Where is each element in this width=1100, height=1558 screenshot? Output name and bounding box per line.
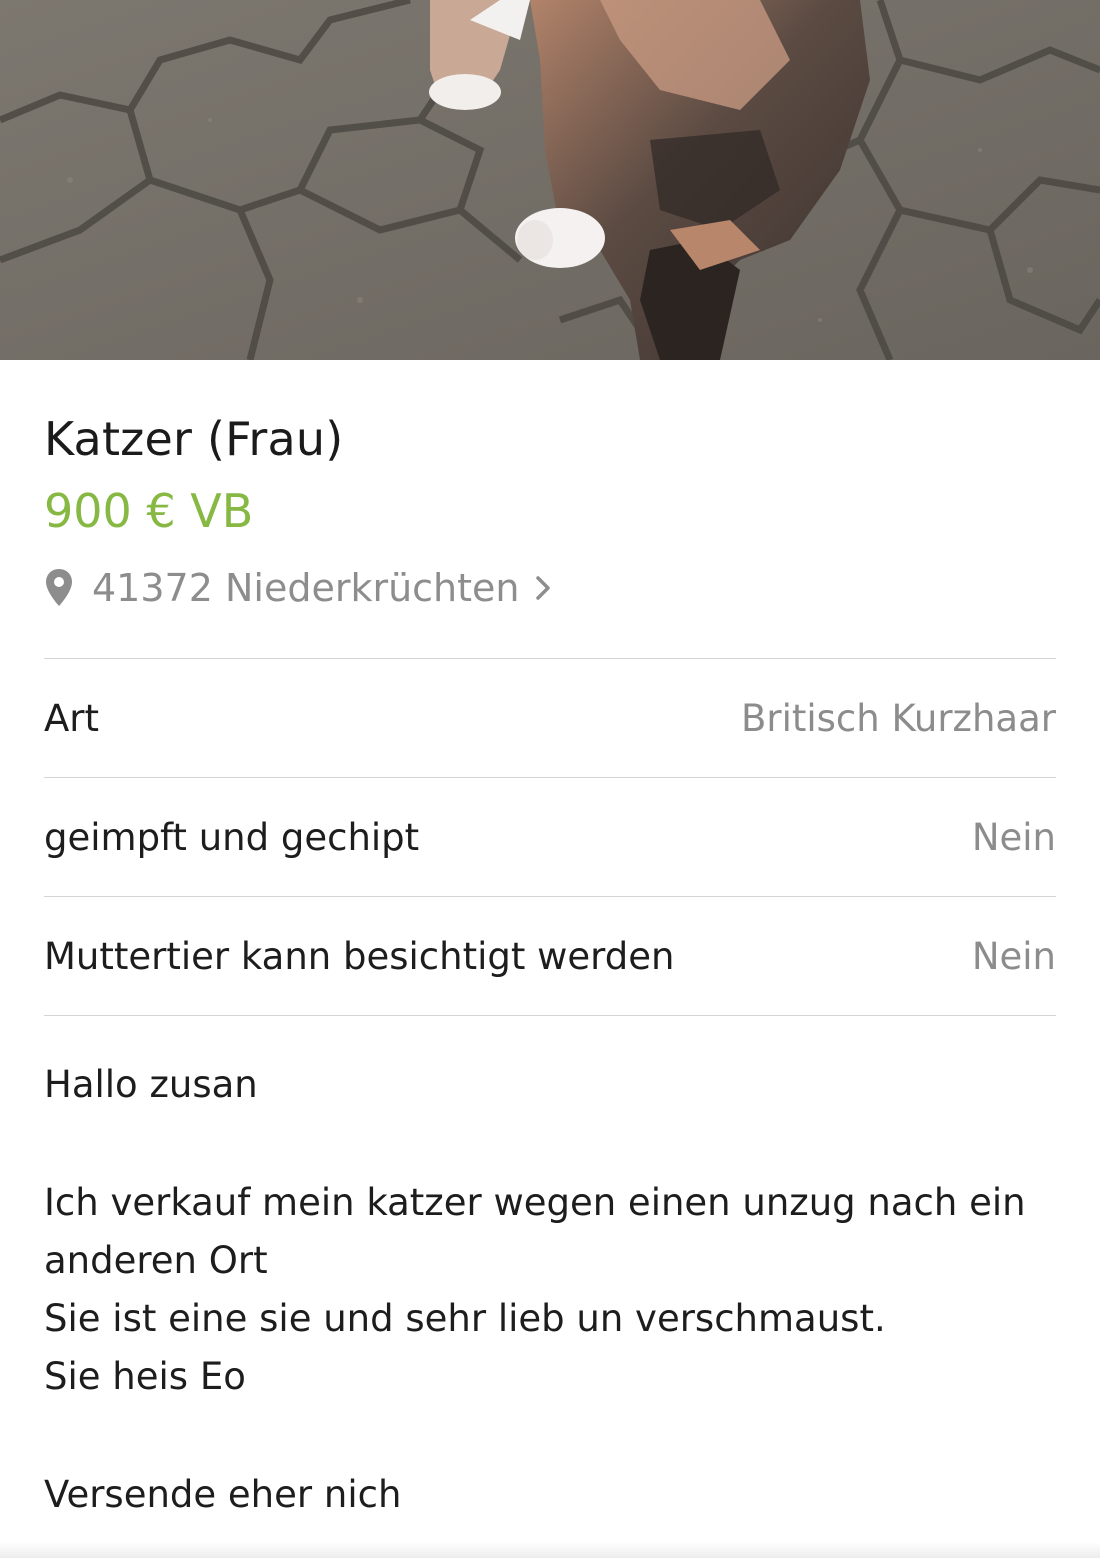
attribute-row-vaccinated: geimpft und gechipt Nein	[44, 777, 1056, 896]
chevron-right-icon	[535, 576, 550, 600]
description-line: Ich verkauf mein katzer wegen einen unzu…	[44, 1181, 1026, 1224]
map-pin-icon	[46, 569, 72, 606]
bottom-edge-shadow	[0, 1542, 1100, 1558]
attributes-table: Art Britisch Kurzhaar geimpft und gechip…	[44, 658, 1056, 1016]
location-text: 41372 Niederkrüchten	[92, 566, 520, 610]
description-line: Sie heis Eo	[44, 1355, 246, 1398]
attribute-value: Nein	[971, 934, 1056, 978]
attribute-row-mother-visible: Muttertier kann besichtigt werden Nein	[44, 896, 1056, 1016]
location-link[interactable]: 41372 Niederkrüchten	[44, 564, 1056, 612]
description-closing: Versende eher nich	[44, 1473, 402, 1516]
listing-photo[interactable]	[0, 0, 1100, 360]
listing-price: 900 € VB	[44, 484, 254, 538]
cat-photo-image	[0, 0, 1100, 360]
listing-title: Katzer (Frau)	[44, 412, 344, 466]
attribute-label: geimpft und gechipt	[44, 815, 420, 859]
listing-description: Hallo zusan Ich verkauf mein katzer wege…	[44, 1056, 1056, 1524]
description-line: anderen Ort	[44, 1239, 268, 1282]
attribute-value: Nein	[971, 815, 1056, 859]
description-greeting: Hallo zusan	[44, 1063, 258, 1106]
description-line: Sie ist eine sie und sehr lieb un versch…	[44, 1297, 886, 1340]
attribute-row-art: Art Britisch Kurzhaar	[44, 658, 1056, 777]
attribute-label: Muttertier kann besichtigt werden	[44, 934, 675, 978]
attribute-label: Art	[44, 696, 100, 740]
attribute-value: Britisch Kurzhaar	[740, 696, 1056, 740]
